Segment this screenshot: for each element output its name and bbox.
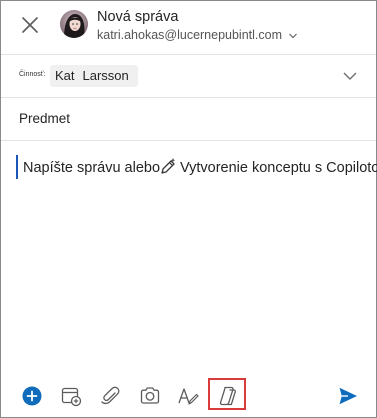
account-selector[interactable]: katri.ahokas@lucernepubintl.com [97,28,298,42]
attach-button[interactable] [100,385,122,407]
chevron-down-icon [343,72,357,80]
attach-icon [101,386,120,405]
subject-input[interactable] [19,108,349,128]
add-icon [22,386,42,406]
send-button[interactable] [337,385,359,407]
to-label: Činnosť: [19,71,46,78]
close-button[interactable] [17,12,43,38]
copilot-icon [219,386,236,406]
camera-icon [140,387,160,404]
message-body[interactable]: Napíšte správu alebo Vytvorenie konceptu… [1,141,377,371]
text-cursor [16,155,18,179]
send-icon [339,387,357,405]
recipient-first-name: Kat [55,68,75,83]
subject-row [1,97,376,141]
pen-icon [178,388,199,405]
calendar-add-icon [61,387,82,407]
camera-button[interactable] [139,385,161,407]
schedule-button[interactable] [60,385,82,407]
copilot-button[interactable] [217,385,239,407]
recipients-row[interactable]: Činnosť: Kat Larsson [1,54,376,98]
avatar[interactable] [60,10,88,38]
close-icon [22,17,38,33]
account-email: katri.ahokas@lucernepubintl.com [97,28,283,42]
recipient-last-name: Larsson [82,68,129,83]
add-button[interactable] [21,385,43,407]
format-button[interactable] [177,385,199,407]
compose-toolbar [1,373,376,417]
compose-title: Nová správa [97,9,179,25]
body-placeholder: Napíšte správu alebo [23,160,161,176]
expand-recipients-button[interactable] [342,69,358,87]
pen-sparkle-icon [161,158,176,174]
chevron-down-icon [288,33,297,39]
compose-window: Nová správa katri.ahokas@lucernepubintl.… [0,0,377,418]
copilot-prompt-label: Vytvorenie konceptu s Copilotom [180,160,377,176]
recipient-chip[interactable]: Kat Larsson [50,65,138,87]
